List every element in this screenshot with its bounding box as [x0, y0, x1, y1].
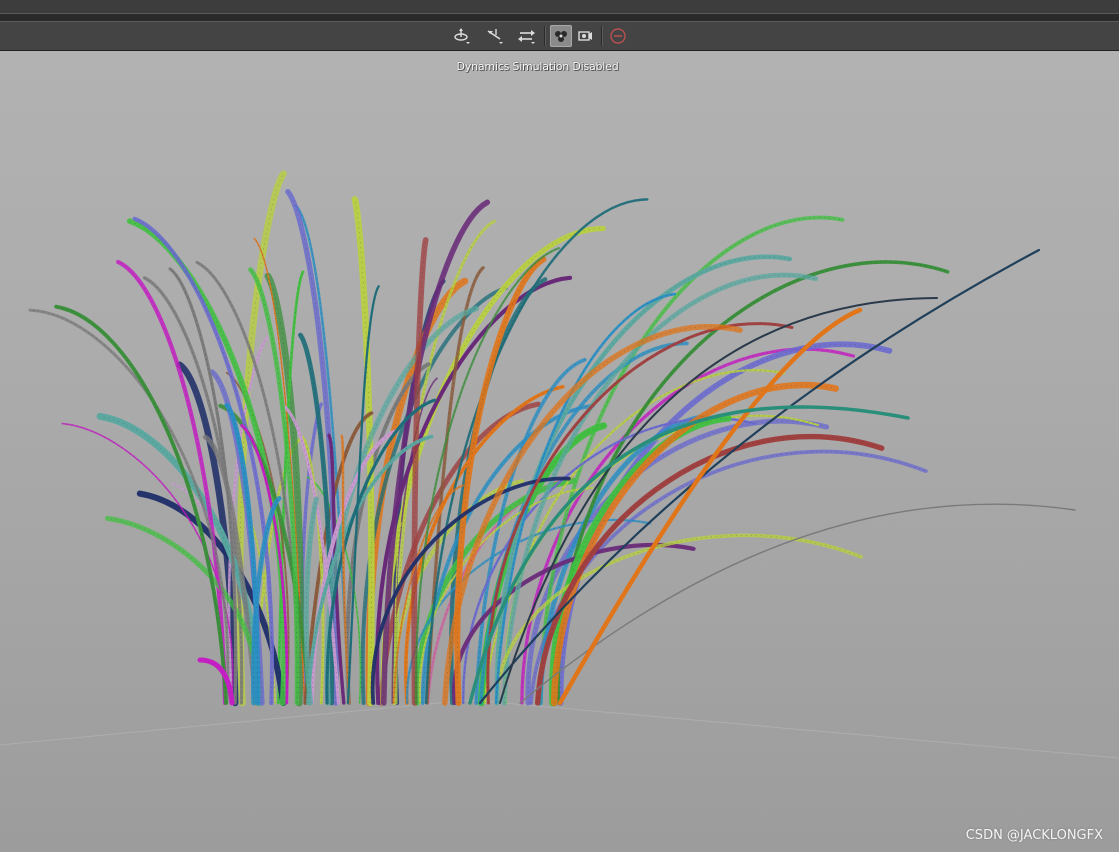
ground-grid-line [0, 699, 1119, 759]
grass-blade-wireframe [537, 436, 882, 704]
transform-icon [518, 30, 535, 44]
move-icon [487, 29, 503, 44]
grass-blade [529, 449, 928, 705]
grass-clump[interactable] [0, 50, 1119, 852]
rotate-icon [454, 28, 470, 44]
rotate-tool-button[interactable] [451, 25, 473, 47]
grass-blade [116, 259, 228, 706]
move-tool-button[interactable] [484, 25, 506, 47]
3d-viewport[interactable] [0, 50, 1119, 852]
grass-blade-wireframe [118, 261, 226, 704]
grass-blade [535, 434, 885, 706]
transform-tool-button[interactable] [516, 25, 538, 47]
dynamics-toggle-button[interactable] [550, 25, 572, 47]
maya-viewport-window: Dynamics Simulation Disabled CSDN @JACKL… [0, 0, 1119, 852]
camera-icon [578, 31, 592, 41]
grass-blade-wireframe [530, 451, 926, 704]
no-entry-icon [610, 28, 626, 44]
toolbar-separator [544, 26, 545, 46]
camera-view-button[interactable] [574, 25, 596, 47]
toolbar-separator [601, 26, 602, 46]
dynamics-toolbar [0, 21, 1119, 51]
panel-separator[interactable] [0, 14, 1119, 21]
disable-simulation-button[interactable] [607, 25, 629, 47]
dynamics-icon [555, 31, 567, 42]
grass-blade [519, 503, 1076, 704]
top-panel-strip [0, 0, 1119, 14]
